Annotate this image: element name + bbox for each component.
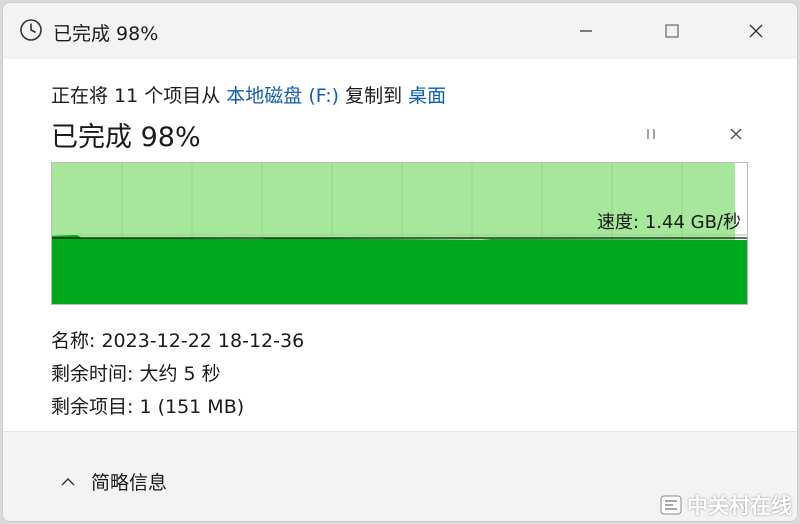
- detail-time-remaining: 剩余时间: 大约 5 秒: [51, 358, 304, 391]
- dialog-content: 正在将 11 个项目从 本地磁盘 (F:) 复制到 桌面 已完成 98% 速度:…: [3, 59, 797, 431]
- progress-title: 已完成 98%: [51, 122, 201, 153]
- close-button[interactable]: [733, 15, 779, 47]
- close-icon: [749, 24, 763, 38]
- detail-name: 名称: 2023-12-22 18-12-36: [51, 325, 304, 358]
- minimize-button[interactable]: [563, 15, 609, 47]
- speed-label: 速度: 1.44 GB/秒: [597, 212, 741, 233]
- window-title: 已完成 98%: [53, 23, 159, 45]
- fewer-details-button[interactable]: 简略信息: [59, 468, 167, 495]
- detail-value: 2023-12-22 18-12-36: [101, 330, 305, 352]
- watermark-text: 中关村在线: [687, 494, 792, 518]
- detail-items-remaining: 剩余项目: 1 (151 MB): [51, 391, 304, 424]
- cancel-icon: [730, 128, 742, 140]
- clock-icon: [20, 19, 42, 41]
- transfer-details: 名称: 2023-12-22 18-12-36 剩余时间: 大约 5 秒 剩余项…: [51, 325, 304, 424]
- zol-logo-icon: [660, 495, 682, 515]
- detail-label: 剩余时间:: [51, 363, 140, 385]
- speed-history-area: [52, 235, 747, 304]
- detail-value: 1 (151 MB): [139, 396, 245, 418]
- copy-prefix: 正在将 11 个项目从: [51, 85, 227, 107]
- minimize-icon: [580, 30, 592, 32]
- copy-middle: 复制到: [339, 85, 409, 107]
- transfer-speed-graph: 速度: 1.44 GB/秒: [51, 162, 748, 305]
- detail-label: 名称:: [51, 330, 102, 352]
- watermark: 中关村在线: [659, 490, 792, 520]
- source-link[interactable]: 本地磁盘 (F:): [226, 85, 339, 107]
- copy-description: 正在将 11 个项目从 本地磁盘 (F:) 复制到 桌面: [51, 81, 446, 108]
- pause-icon: [647, 129, 655, 139]
- cancel-button[interactable]: [725, 123, 747, 145]
- pause-button[interactable]: [640, 125, 662, 143]
- detail-label: 剩余项目:: [51, 396, 140, 418]
- fewer-details-label: 简略信息: [91, 472, 168, 494]
- chevron-up-icon: [61, 477, 75, 485]
- destination-link[interactable]: 桌面: [408, 85, 446, 107]
- detail-value: 大约 5 秒: [139, 363, 221, 385]
- maximize-icon: [665, 24, 679, 38]
- speed-graph-chart: [52, 163, 747, 304]
- title-bar[interactable]: 已完成 98%: [3, 3, 797, 59]
- copy-progress-dialog: 已完成 98% 正在将 11 个项目从 本地磁盘 (F:) 复制到 桌面 已完成…: [2, 2, 798, 522]
- maximize-button[interactable]: [649, 15, 695, 47]
